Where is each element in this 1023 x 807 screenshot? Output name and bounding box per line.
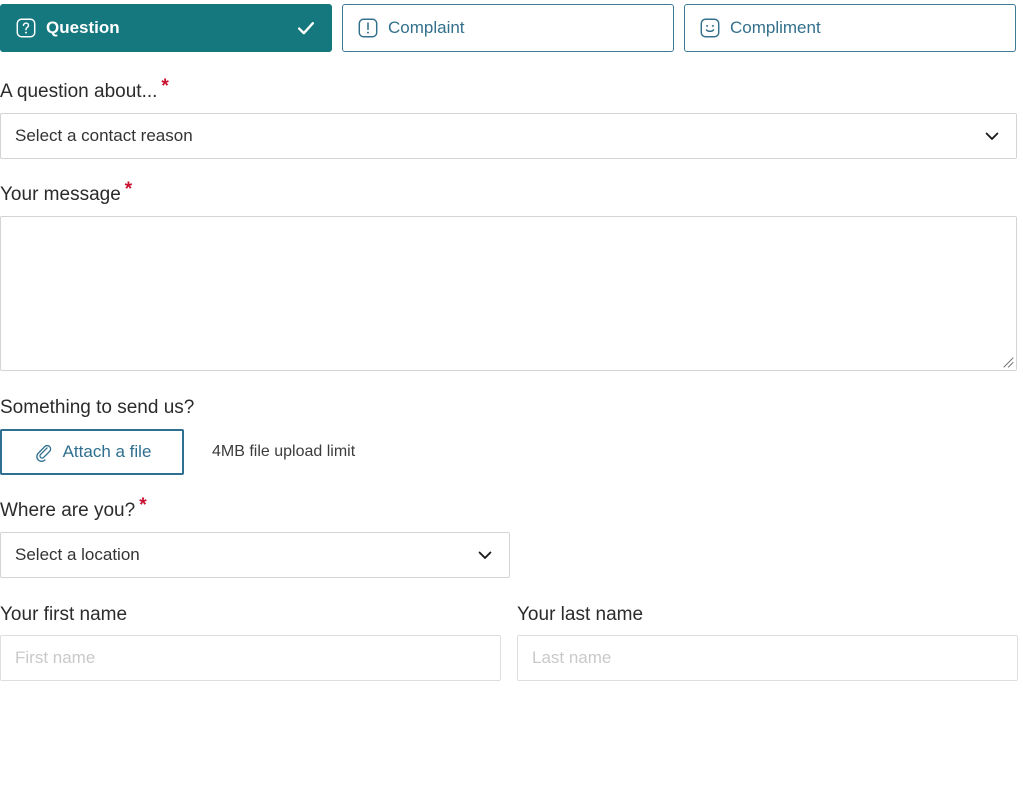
location-label: Where are you? *: [0, 496, 1023, 523]
your-message-label-text: Your message: [0, 184, 121, 205]
tab-question-label: Question: [46, 18, 120, 37]
field-first-name: Your first name: [0, 604, 501, 681]
tab-compliment-label: Compliment: [730, 18, 821, 37]
required-asterisk: *: [124, 179, 133, 200]
attachment-heading: Something to send us?: [0, 397, 195, 418]
field-location: Where are you? * Select a location: [0, 496, 1023, 578]
field-your-message: Your message *: [0, 180, 1023, 371]
contact-type-tabs: Question Complaint Compliment: [0, 0, 1023, 56]
name-fields-row: Your first name Your last name: [0, 604, 1023, 681]
tab-question[interactable]: Question: [0, 4, 332, 52]
smiley-face-icon: [699, 17, 721, 39]
message-textarea[interactable]: [0, 216, 1017, 371]
resize-handle-icon[interactable]: [1000, 354, 1014, 368]
field-last-name: Your last name: [517, 604, 1018, 681]
field-attachment: Something to send us? Attach a file 4MB …: [0, 397, 1023, 475]
location-select[interactable]: Select a location: [0, 532, 510, 578]
file-upload-limit-text: 4MB file upload limit: [212, 443, 356, 460]
exclamation-mark-icon: [357, 17, 379, 39]
location-label-text: Where are you?: [0, 500, 136, 521]
paperclip-icon: [33, 442, 53, 462]
contact-reason-select[interactable]: Select a contact reason: [0, 113, 1017, 159]
question-mark-icon: [15, 17, 37, 39]
chevron-down-icon[interactable]: [982, 126, 1002, 146]
contact-reason-select-value: Select a contact reason: [15, 126, 193, 145]
contact-form-page: Question Complaint Compliment A question…: [0, 0, 1023, 807]
attach-a-file-label: Attach a file: [62, 442, 152, 461]
first-name-label: Your first name: [0, 604, 128, 625]
question-about-label-text: A question about...: [0, 81, 158, 102]
first-name-input[interactable]: [0, 635, 501, 681]
question-about-label: A question about... *: [0, 77, 1023, 104]
last-name-label: Your last name: [517, 604, 644, 625]
required-asterisk: *: [139, 495, 147, 516]
check-icon: [295, 17, 317, 39]
location-select-value: Select a location: [15, 545, 140, 564]
chevron-down-icon[interactable]: [475, 545, 495, 565]
tab-compliment[interactable]: Compliment: [684, 4, 1016, 52]
tab-complaint-label: Complaint: [388, 18, 465, 37]
last-name-input[interactable]: [517, 635, 1018, 681]
attach-a-file-button[interactable]: Attach a file: [0, 429, 184, 475]
tab-complaint[interactable]: Complaint: [342, 4, 674, 52]
required-asterisk: *: [161, 76, 169, 97]
your-message-label: Your message *: [0, 180, 1023, 207]
attachment-row: Attach a file 4MB file upload limit: [0, 429, 1023, 475]
field-question-about: A question about... * Select a contact re…: [0, 77, 1023, 159]
